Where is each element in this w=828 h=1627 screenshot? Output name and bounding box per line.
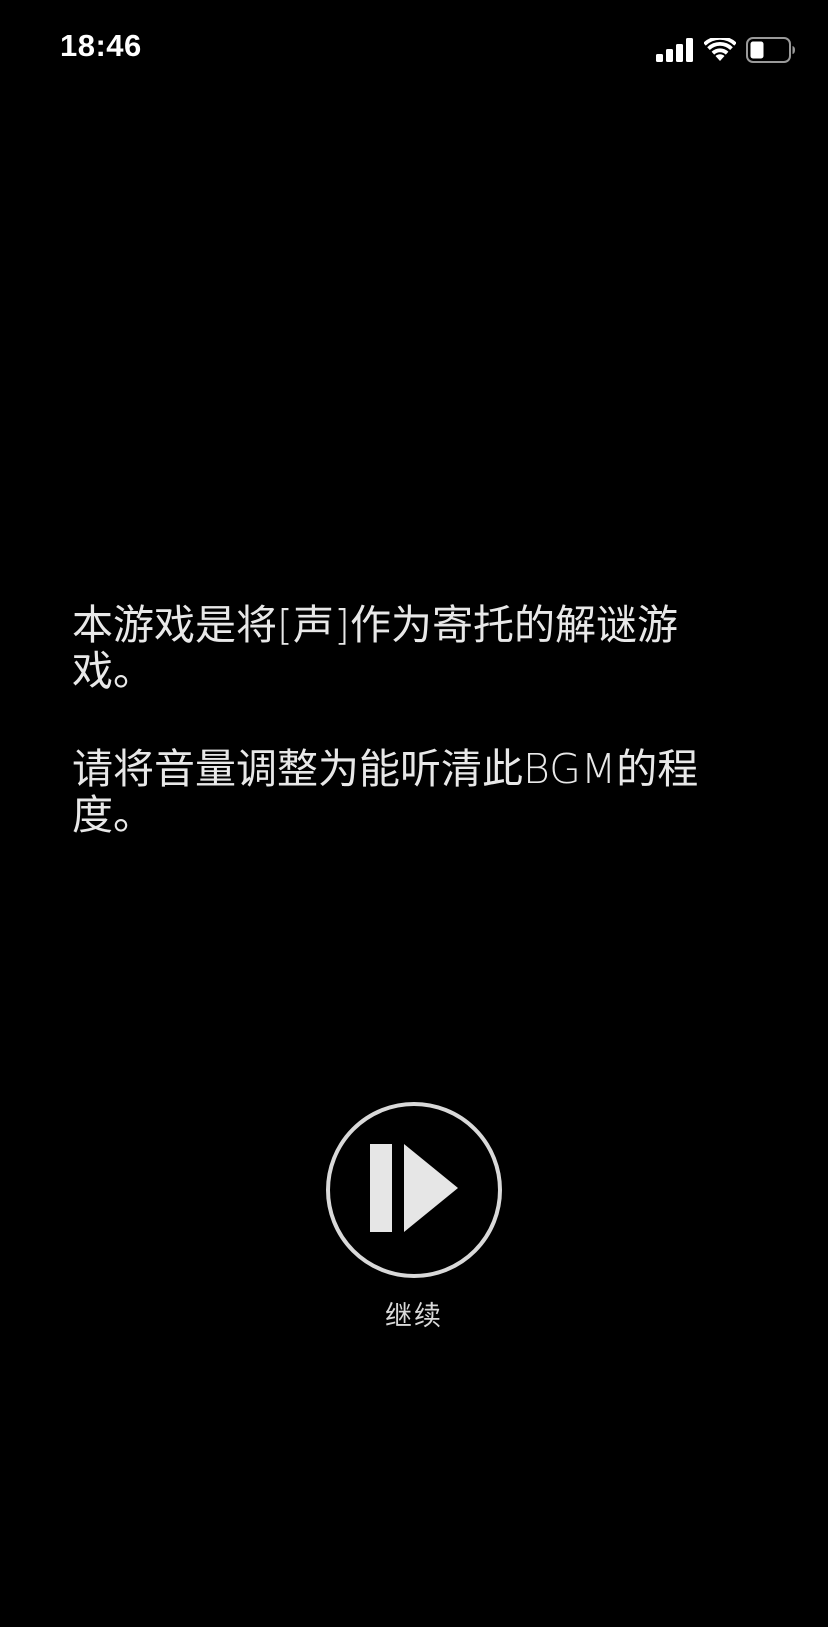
play-resume-icon (366, 1142, 462, 1238)
continue-button[interactable] (326, 1102, 502, 1278)
battery-icon (746, 37, 796, 63)
status-icons (656, 36, 796, 64)
continue-label: 继续 (385, 1301, 443, 1332)
intro-paragraph-volume-adjust: 请将音量调整为能听清此BGM的程度。 (72, 745, 699, 839)
intro-message: 本游戏是将[声]作为寄托的解谜游戏。 请将音量调整为能听清此BGM的程度。 (72, 602, 752, 838)
status-bar: 18:46 (0, 0, 828, 100)
wifi-icon (704, 38, 736, 62)
intro-paragraph-sound-puzzle: 本游戏是将[声]作为寄托的解谜游戏。 (72, 601, 678, 695)
cellular-signal-icon (656, 38, 694, 62)
status-time: 18:46 (60, 28, 142, 63)
continue-control: 继续 (323, 1102, 505, 1333)
